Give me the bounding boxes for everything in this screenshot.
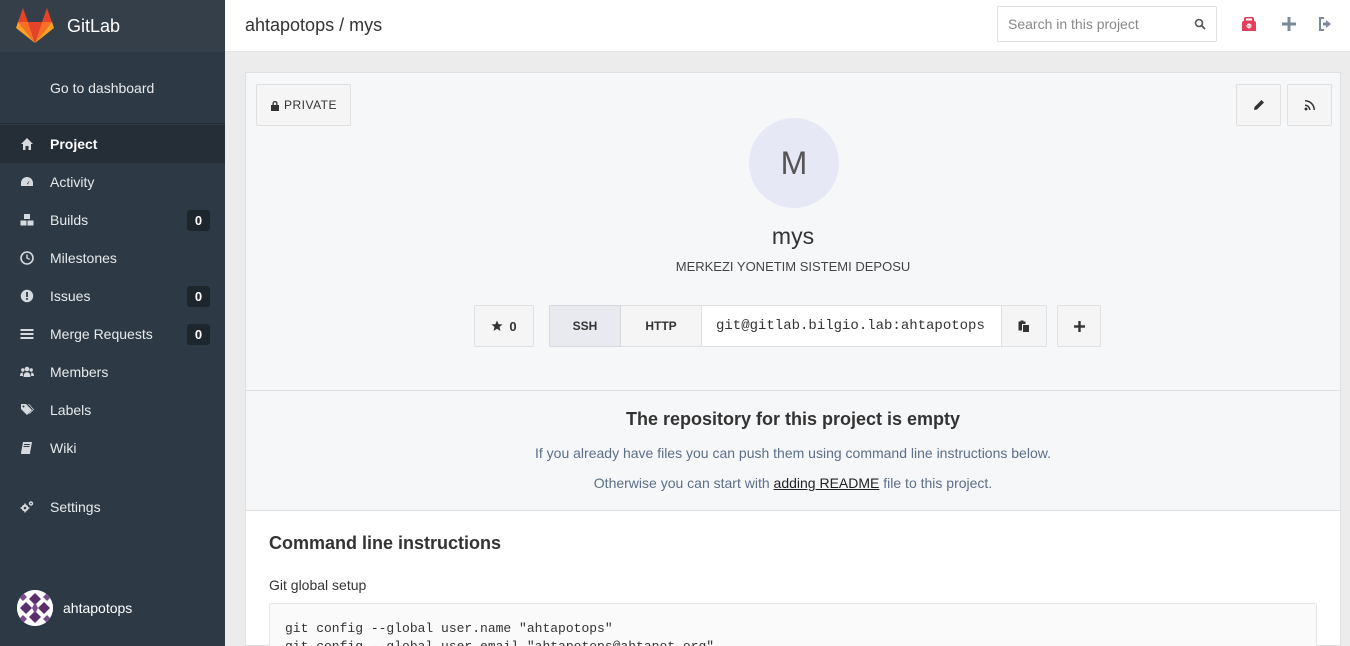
plus-icon [1073,320,1085,332]
dashboard-icon [18,173,36,191]
copy-clone-url-button[interactable] [1002,305,1047,347]
main-content: PRIVATE M mys MERKEZI YONETIM SISTEMI DE… [245,72,1341,646]
visibility-private-button[interactable]: PRIVATE [256,84,351,126]
clock-icon [18,249,36,267]
project-home-panel: PRIVATE M mys MERKEZI YONETIM SISTEMI DE… [246,73,1340,391]
readme-hint-prefix: Otherwise you can start with [593,475,770,491]
pencil-icon [1253,100,1264,110]
sidebar-item-settings[interactable]: Settings [0,488,225,526]
sidebar-item-builds[interactable]: Builds 0 [0,201,225,239]
sidebar-item-label: Project [50,136,98,152]
star-button[interactable]: 0 [474,305,534,347]
tags-icon [18,401,36,419]
brand-name[interactable]: GitLab [67,16,120,37]
adding-readme-link[interactable]: adding README [774,475,880,491]
cli-title: Command line instructions [269,533,502,553]
sidebar-item-label: Labels [50,402,92,418]
lock-icon [270,100,279,111]
clone-url-field[interactable] [702,305,1002,347]
visibility-label: PRIVATE [283,98,338,112]
sidebar-item-wiki[interactable]: Wiki [0,429,225,467]
star-icon [491,320,503,331]
sidebar-item-labels[interactable]: Labels [0,391,225,429]
sidebar-item-label: Activity [50,174,95,190]
sidebar-item-activity[interactable]: Activity [0,163,225,201]
sidebar-item-milestones[interactable]: Milestones [0,239,225,277]
sidebar-item-label: Merge Requests [50,326,153,342]
search-box[interactable] [997,6,1217,42]
builds-count-badge: 0 [187,210,210,231]
ssh-toggle-button[interactable]: SSH [549,305,621,347]
star-count: 0 [509,318,517,334]
git-setup-code-block[interactable]: git config --global user.name "ahtapotop… [269,603,1317,646]
clipboard-icon [1018,320,1030,333]
svg-text:M: M [1247,24,1250,29]
empty-repository-notice: The repository for this project is empty… [246,391,1340,511]
empty-repo-title: The repository for this project is empty [625,409,961,429]
issues-count-badge: 0 [187,286,210,307]
page-title[interactable]: ahtapotops / mys [245,15,382,36]
sidebar-header[interactable]: GitLab [0,0,225,52]
book-icon [18,439,36,457]
gitlab-logo-icon[interactable] [16,8,54,44]
sidebar-item-label: Settings [50,499,101,515]
readme-hint-suffix: file to this project. [883,475,993,491]
project-name: mys [771,223,815,249]
git-global-setup-heading: Git global setup [269,577,367,593]
http-toggle-button[interactable]: HTTP [621,305,702,347]
sidebar-user[interactable]: ahtapotops [17,590,132,626]
home-icon [18,135,36,153]
sidebar-item-label: Milestones [50,250,117,266]
sign-out-icon[interactable] [1317,15,1335,33]
sidebar-item-label: Members [50,364,109,380]
rss-feed-button[interactable] [1287,84,1332,126]
empty-repo-hint: If you already have files you can push t… [535,445,1051,461]
top-header: ahtapotops / mys M [225,0,1350,52]
sidebar-item-merge-requests[interactable]: Merge Requests 0 [0,315,225,353]
sidebar-item-members[interactable]: Members [0,353,225,391]
code-line: git config --global user.name "ahtapotop… [285,621,613,636]
avatar[interactable] [17,590,53,626]
project-description: MERKEZI YONETIM SISTEMI DEPOSU [675,259,911,274]
edit-project-button[interactable] [1236,84,1281,126]
command-line-instructions: Command line instructions Git global set… [246,511,1340,646]
todo-alert-icon[interactable]: M [1240,15,1258,33]
sidebar-nav: Project Activity Builds 0 Milestones Iss… [0,125,225,526]
sidebar-item-label: Wiki [50,440,77,456]
plus-icon[interactable] [1280,15,1298,33]
merge-requests-count-badge: 0 [187,324,210,345]
cubes-icon [18,211,36,229]
exclamation-circle-icon [18,287,36,305]
users-icon [18,363,36,381]
search-input[interactable] [1008,16,1178,32]
sidebar: GitLab Go to dashboard Project Activity … [0,0,225,646]
add-new-button[interactable] [1057,305,1101,347]
clone-url-group: SSH HTTP [549,305,1047,347]
sidebar-username[interactable]: ahtapotops [63,600,132,616]
cogs-icon [18,498,36,516]
sidebar-item-project[interactable]: Project [0,125,225,163]
sidebar-item-label: Builds [50,212,89,228]
empty-repo-readme-hint: Otherwise you can start with adding READ… [246,475,1340,491]
rss-icon [1304,100,1315,111]
go-to-dashboard-link[interactable]: Go to dashboard [0,52,225,124]
sidebar-item-label: Issues [50,288,91,304]
search-icon[interactable] [1194,18,1206,30]
list-icon [18,325,36,343]
code-line: git config --global user.email "ahtapoto… [285,638,1301,646]
sidebar-item-issues[interactable]: Issues 0 [0,277,225,315]
project-avatar: M [749,118,839,208]
